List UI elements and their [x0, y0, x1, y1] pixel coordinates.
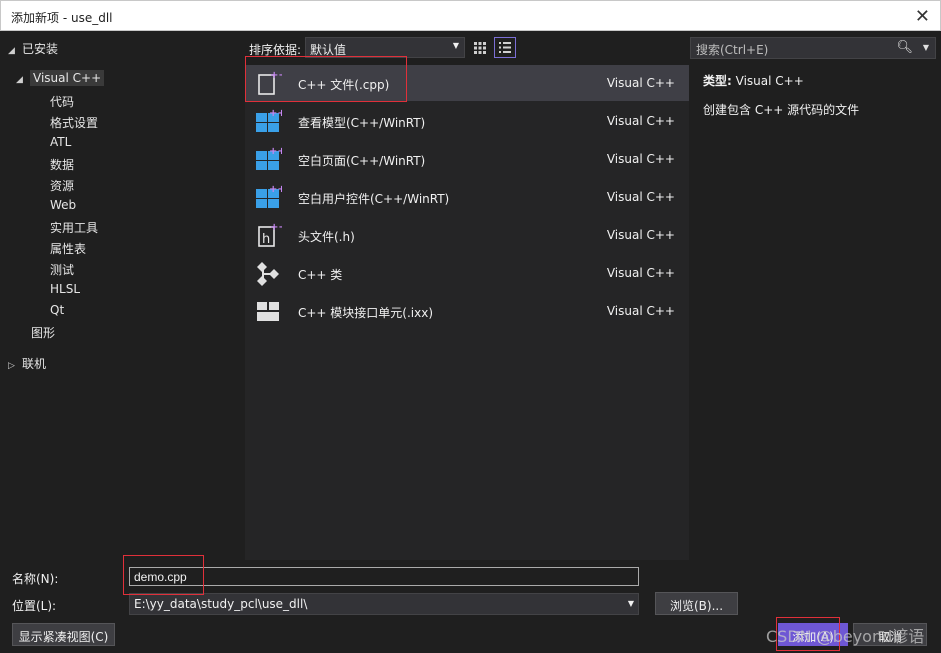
- window-title: 添加新项 - use_dll: [11, 11, 113, 25]
- template-item-header-file[interactable]: h ++ 头文件(.h) Visual C++: [245, 217, 689, 253]
- tree-node-graphics[interactable]: 图形: [31, 324, 55, 341]
- location-label: 位置(L):: [12, 599, 57, 613]
- watermark: CSDN @beyond谚语: [766, 627, 925, 646]
- tree-node-code[interactable]: 代码: [50, 93, 74, 110]
- windows-icon: ++: [256, 184, 282, 208]
- name-field[interactable]: [129, 567, 639, 586]
- expanded-arrow-icon: ◢: [16, 75, 23, 85]
- close-icon[interactable]: ✕: [915, 6, 930, 27]
- class-icon: [257, 262, 279, 286]
- collapsed-arrow-icon: ▷: [8, 361, 15, 371]
- template-item-module-interface[interactable]: C++ 模块接口单元(.ixx) Visual C++: [245, 293, 689, 329]
- tree-node-resource[interactable]: 资源: [50, 177, 74, 194]
- tree-node-property-sheet[interactable]: 属性表: [50, 240, 86, 257]
- template-item-view-model[interactable]: ++ 查看模型(C++/WinRT) Visual C++: [245, 103, 689, 139]
- details-panel: 类型: Visual C++ 创建包含 C++ 源代码的文件: [703, 72, 933, 118]
- tree-node-visual-cpp[interactable]: ◢ Visual C++: [16, 70, 105, 86]
- svg-text:h: h: [262, 232, 270, 247]
- search-icon: 🔍︎: [896, 40, 913, 55]
- tree-node-qt[interactable]: Qt: [50, 303, 64, 317]
- tree-node-test[interactable]: 测试: [50, 261, 74, 278]
- name-label: 名称(N):: [12, 572, 59, 586]
- browse-button[interactable]: 浏览(B)...: [655, 592, 738, 615]
- expanded-arrow-icon: ◢: [8, 46, 15, 56]
- sort-value: 默认值: [310, 43, 347, 57]
- module-icon: [257, 302, 279, 321]
- windows-icon: ++: [256, 146, 282, 170]
- tree-node-utility[interactable]: 实用工具: [50, 219, 98, 236]
- template-item-blank-page[interactable]: ++ 空白页面(C++/WinRT) Visual C++: [245, 141, 689, 177]
- chevron-down-icon: ▼: [452, 41, 459, 50]
- location-value: E:\yy_data\study_pcl\use_dll\: [134, 597, 308, 611]
- svg-text:++: ++: [269, 184, 282, 195]
- chevron-down-icon: ▼: [922, 43, 929, 52]
- windows-icon: ++: [256, 108, 282, 132]
- tree-node-web[interactable]: Web: [50, 198, 76, 212]
- tree-node-hlsl[interactable]: HLSL: [50, 282, 80, 296]
- type-label: 类型:: [703, 74, 732, 88]
- compact-view-button[interactable]: 显示紧凑视图(C): [12, 623, 115, 646]
- tree-node-atl[interactable]: ATL: [50, 135, 71, 149]
- header-file-icon: h ++: [258, 222, 282, 247]
- template-item-blank-user-control[interactable]: ++ 空白用户控件(C++/WinRT) Visual C++: [245, 179, 689, 215]
- category-tree: ◢ 已安装 ◢ Visual C++ 代码 格式设置 ATL 数据 资源 Web 实…: [0, 31, 245, 561]
- template-list: ++ C++ 文件(.cpp) Visual C++ ++ 查看模型(C++/W…: [245, 65, 689, 560]
- title-bar: 添加新项 - use_dll ✕: [0, 0, 941, 31]
- template-item-cpp-class[interactable]: C++ 类 Visual C++: [245, 255, 689, 291]
- grid-view-icon: [474, 42, 486, 54]
- sort-label: 排序依据:: [249, 43, 302, 57]
- tree-node-online[interactable]: ▷ 联机: [8, 355, 46, 372]
- cpp-file-icon: ++: [258, 70, 282, 95]
- dialog-body: ◢ 已安装 ◢ Visual C++ 代码 格式设置 ATL 数据 资源 Web 实…: [0, 31, 941, 653]
- search-placeholder: 搜索(Ctrl+E): [696, 43, 769, 57]
- location-dropdown[interactable]: E:\yy_data\study_pcl\use_dll\ ▼: [129, 593, 639, 615]
- search-input[interactable]: 搜索(Ctrl+E) 🔍︎ ▼: [690, 37, 936, 59]
- template-item-cpp-file[interactable]: ++ C++ 文件(.cpp) Visual C++: [245, 65, 689, 101]
- tree-node-installed[interactable]: ◢ 已安装: [8, 40, 58, 57]
- svg-text:++: ++: [269, 146, 282, 157]
- tree-node-formatting[interactable]: 格式设置: [50, 114, 98, 131]
- sort-dropdown[interactable]: 默认值 ▼: [305, 37, 465, 58]
- list-view-icon: [499, 42, 511, 53]
- type-value: Visual C++: [735, 74, 804, 88]
- grid-view-button[interactable]: [469, 37, 491, 58]
- svg-text:++: ++: [270, 222, 282, 233]
- list-view-button[interactable]: [494, 37, 516, 58]
- svg-text:++: ++: [269, 108, 282, 119]
- description: 创建包含 C++ 源代码的文件: [703, 103, 860, 117]
- tree-node-data[interactable]: 数据: [50, 156, 74, 173]
- chevron-down-icon: ▼: [627, 599, 634, 608]
- svg-text:++: ++: [270, 70, 282, 81]
